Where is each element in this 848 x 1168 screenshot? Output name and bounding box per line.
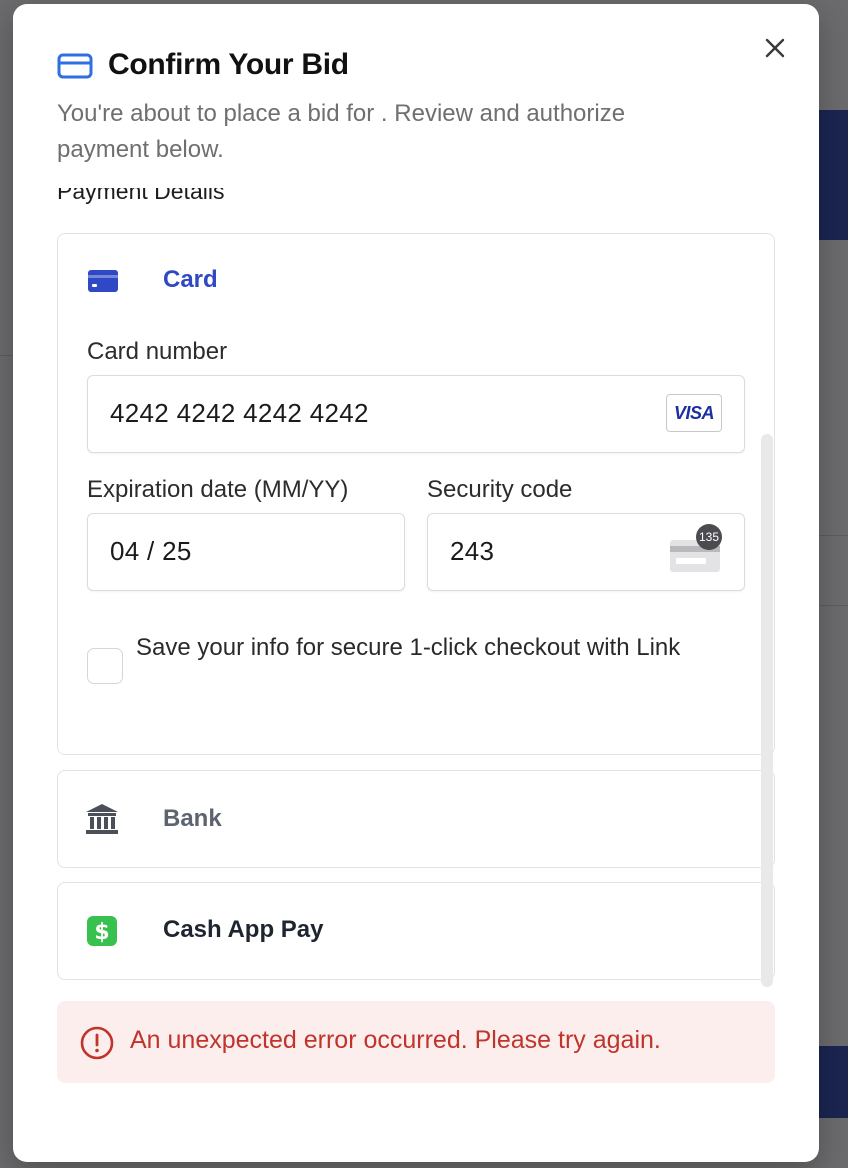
payment-method-bank[interactable]: Bank (57, 770, 775, 868)
confirm-bid-dialog: Confirm Your Bid You're about to place a… (13, 4, 819, 1162)
card-icon (88, 270, 118, 292)
cash-app-icon: $ (87, 916, 117, 946)
card-number-field[interactable]: 4242 4242 4242 4242 VISA (87, 375, 745, 453)
cvc-field[interactable]: 243 135 (427, 513, 745, 591)
expiry-field[interactable]: 04 / 25 (87, 513, 405, 591)
card-payment-panel: Card Card number 4242 4242 4242 4242 VIS… (57, 233, 775, 755)
background-divider (0, 355, 13, 356)
background-divider (819, 605, 848, 606)
dialog-subtitle: You're about to place a bid for . Review… (57, 100, 626, 163)
bank-label: Bank (163, 805, 222, 832)
credit-card-icon (57, 53, 93, 79)
background-banner (818, 110, 848, 240)
section-label: Payment Details (57, 188, 225, 204)
svg-text:$: $ (94, 920, 109, 945)
cvc-hint-badge: 135 (696, 524, 722, 550)
visa-icon: VISA (666, 394, 722, 432)
expiry-value: 04 / 25 (110, 536, 192, 566)
tab-card[interactable]: Card (163, 266, 218, 294)
close-icon[interactable] (761, 34, 789, 62)
cash-app-label: Cash App Pay (163, 916, 324, 943)
cvc-value: 243 (450, 536, 495, 566)
cvc-label: Security code (427, 476, 573, 503)
payment-scroll-area[interactable]: Payment Details Card Card number 4242 42… (13, 188, 819, 1088)
error-alert: An unexpected error occurred. Please try… (57, 1001, 775, 1083)
card-brand-label: VISA (673, 403, 715, 423)
dialog-title: Confirm Your Bid (108, 48, 349, 81)
save-info-label: Save your info for secure 1-click checko… (136, 634, 681, 661)
cvc-card-icon: 135 (668, 524, 722, 572)
card-number-label: Card number (87, 338, 228, 365)
error-message: An unexpected error occurred. Please try… (130, 1026, 661, 1054)
scrollbar[interactable] (761, 434, 773, 987)
background-divider (819, 535, 848, 536)
error-icon (80, 1026, 114, 1060)
bank-icon (86, 804, 118, 834)
expiry-label: Expiration date (MM/YY) (87, 476, 349, 503)
card-number-value: 4242 4242 4242 4242 (110, 398, 369, 428)
save-info-checkbox[interactable] (87, 648, 123, 684)
payment-method-cash-app[interactable]: $ Cash App Pay (57, 882, 775, 980)
